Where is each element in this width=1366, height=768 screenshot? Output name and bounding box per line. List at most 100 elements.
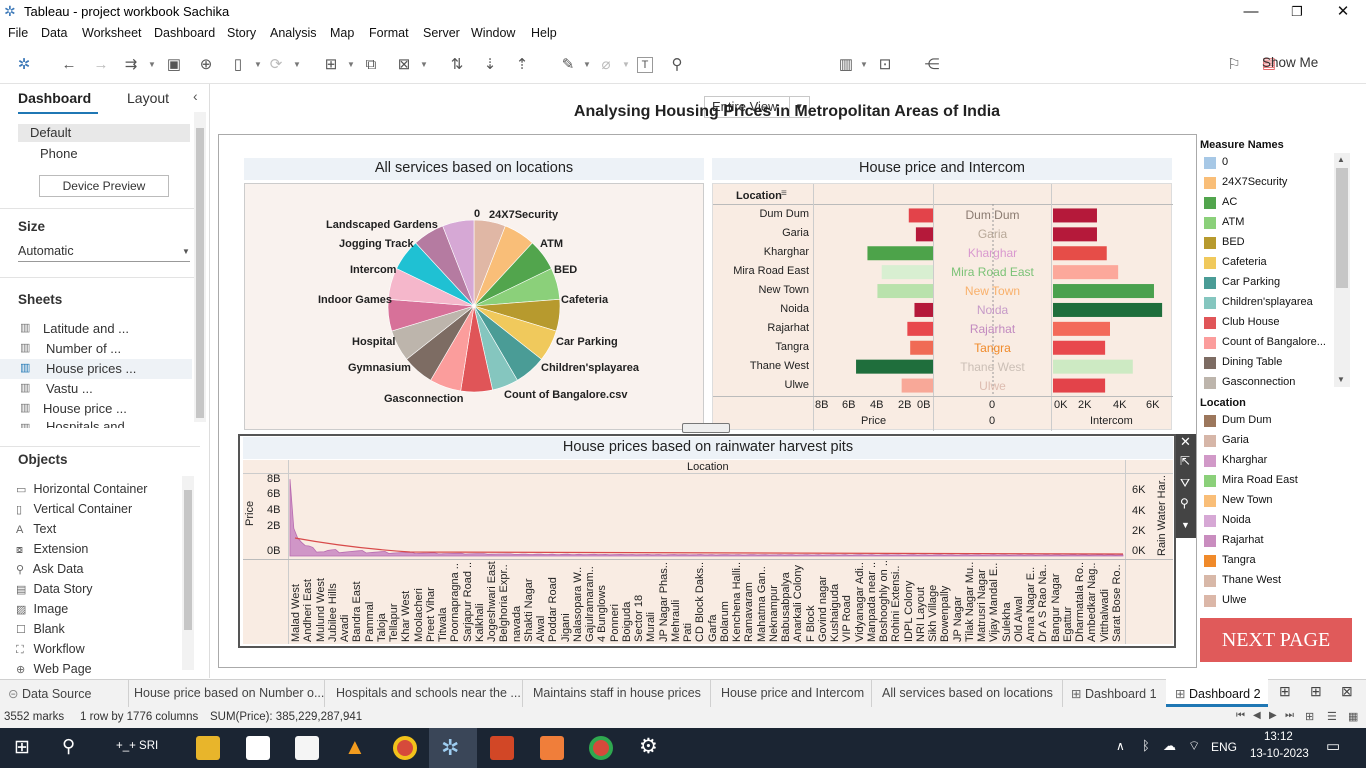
wifi-icon[interactable]: ⌔ [1188, 738, 1200, 754]
legend-swatch[interactable] [1204, 277, 1216, 289]
object-workflow[interactable]: ⛶ Workflow [16, 642, 85, 657]
menu-map[interactable]: Map [330, 26, 354, 40]
minimize-button[interactable]: — [1228, 0, 1274, 24]
legend-swatch[interactable] [1204, 595, 1216, 607]
pin-icon[interactable]: ⚲ [1180, 496, 1189, 510]
last-sheet-icon[interactable]: ⏭ [1285, 710, 1294, 721]
show-me-button[interactable]: Show Me [1262, 55, 1318, 70]
price-bar[interactable] [881, 265, 933, 280]
legend-item[interactable]: Rajarhat [1222, 534, 1264, 546]
new-worksheet-icon[interactable]: ⊞ [320, 54, 342, 76]
scrollbar-thumb[interactable] [184, 490, 192, 630]
tab-dashboard[interactable]: Dashboard [18, 90, 91, 106]
more-options-icon[interactable]: ▼ [1181, 520, 1190, 530]
menu-help[interactable]: Help [531, 26, 557, 40]
language-indicator[interactable]: ENG [1211, 740, 1237, 754]
pin-icon[interactable]: ⚲ [666, 54, 688, 76]
chevron-down-icon[interactable]: ▼ [182, 247, 190, 256]
new-worksheet-icon[interactable]: ⊞ [1279, 683, 1291, 700]
new-dashboard-icon[interactable]: ⊞ [1310, 683, 1322, 700]
object-extension[interactable]: ⧇ Extension [16, 542, 88, 557]
close-icon[interactable]: ✕ [1180, 434, 1191, 450]
intercom-bar[interactable] [1053, 359, 1133, 374]
legend-item[interactable]: Tangra [1222, 554, 1256, 566]
share-icon[interactable]: ⋲ [921, 54, 943, 76]
legend-swatch[interactable] [1204, 337, 1216, 349]
data-source-tab[interactable]: ⊝ Data Source [8, 686, 91, 701]
group-icon[interactable]: ⌀ [595, 54, 617, 76]
presentation-icon[interactable]: ⊡ [874, 54, 896, 76]
vlc-icon[interactable]: ▲ [344, 734, 366, 760]
object-blank[interactable]: ☐ Blank [16, 622, 65, 636]
legend-swatch[interactable] [1204, 475, 1216, 487]
grid-view-icon[interactable]: ⊞ [1305, 710, 1314, 723]
list-view-icon[interactable]: ☰ [1327, 710, 1337, 723]
legend-swatch[interactable] [1204, 377, 1216, 389]
chevron-down-icon[interactable]: ▼ [148, 54, 156, 76]
legend-item[interactable]: Count of Bangalore... [1222, 336, 1326, 348]
legend-item[interactable]: 24X7Security [1222, 176, 1287, 188]
menu-file[interactable]: File [8, 26, 28, 40]
legend-item[interactable]: Gasconnection [1222, 376, 1295, 388]
bluetooth-icon[interactable]: ᛒ [1142, 738, 1150, 753]
legend-item[interactable]: BED [1222, 236, 1245, 248]
sheet-tab[interactable]: Hospitals and schools near the ... [336, 686, 521, 700]
legend-swatch[interactable] [1204, 197, 1216, 209]
chevron-down-icon[interactable]: ▼ [860, 54, 868, 76]
search-icon[interactable]: ⚲ [62, 736, 75, 757]
price-bar[interactable] [914, 302, 933, 317]
legend-item[interactable]: Dining Table [1222, 356, 1282, 368]
clear-sheet-icon[interactable]: ⊠ [393, 54, 415, 76]
sort-ascending-icon[interactable]: ⇣ [479, 54, 501, 76]
intercom-bar[interactable] [1053, 265, 1119, 280]
show-cards-icon[interactable]: ▥ [835, 54, 857, 76]
powerpoint-icon[interactable] [490, 736, 514, 760]
ask-icon[interactable]: ⚐ [1223, 54, 1245, 76]
app-icon[interactable] [246, 736, 270, 760]
dashboard-tab[interactable]: ⊞ Dashboard 1 [1071, 686, 1157, 701]
settings-gear-icon[interactable]: ⚙ [639, 734, 658, 759]
legend-item[interactable]: New Town [1222, 494, 1273, 506]
undo-icon[interactable]: ← [58, 54, 80, 76]
device-preview-button[interactable]: Device Preview [39, 175, 169, 197]
refresh-icon[interactable]: ⟳ [265, 54, 287, 76]
chevron-down-icon[interactable]: ▼ [622, 54, 630, 76]
legend-item[interactable]: Car Parking [1222, 276, 1280, 288]
notifications-icon[interactable]: ▭ [1326, 737, 1340, 755]
new-datasource-icon[interactable]: ⊕ [195, 54, 217, 76]
clock-time[interactable]: 13:12 [1264, 731, 1293, 743]
mail-icon[interactable] [295, 736, 319, 760]
legend-item[interactable]: Club House [1222, 316, 1279, 328]
sheet-tab[interactable]: All services based on locations [882, 686, 1053, 700]
legend-item[interactable]: Thane West [1222, 574, 1281, 586]
sheet-item[interactable]: House price ... [43, 401, 127, 416]
legend-swatch[interactable] [1204, 415, 1216, 427]
tableau-taskbar-icon[interactable]: ✲ [441, 735, 459, 761]
legend-swatch[interactable] [1204, 495, 1216, 507]
device-phone[interactable]: Phone [40, 146, 78, 161]
swap-icon[interactable]: ⇅ [446, 54, 468, 76]
object-ask-data[interactable]: ⚲ Ask Data [16, 562, 84, 576]
tableau-home-icon[interactable]: ✲ [13, 54, 35, 76]
restore-button[interactable]: ❐ [1274, 0, 1320, 24]
legend-item[interactable]: Kharghar [1222, 454, 1267, 466]
sheet-tab[interactable]: Maintains staff in house prices [533, 686, 701, 700]
legend-swatch[interactable] [1204, 157, 1216, 169]
legend-swatch[interactable] [1204, 317, 1216, 329]
legend-swatch[interactable] [1204, 357, 1216, 369]
first-sheet-icon[interactable]: ⏮ [1236, 710, 1245, 721]
legend-swatch[interactable] [1204, 575, 1216, 587]
intercom-bar[interactable] [1053, 302, 1163, 317]
legend-item[interactable]: Cafeteria [1222, 256, 1267, 268]
app-icon[interactable] [540, 736, 564, 760]
menu-worksheet[interactable]: Worksheet [82, 26, 142, 40]
legend-swatch[interactable] [1204, 297, 1216, 309]
next-sheet-icon[interactable]: ▶ [1269, 710, 1277, 721]
legend-item[interactable]: Dum Dum [1222, 414, 1272, 426]
prev-sheet-icon[interactable]: ◀ [1253, 710, 1261, 721]
menu-format[interactable]: Format [369, 26, 409, 40]
sheet-tab[interactable]: House price based on Number o... [134, 686, 324, 700]
price-bar[interactable] [877, 284, 933, 299]
intercom-bar[interactable] [1053, 227, 1097, 242]
scrollbar-thumb[interactable] [1336, 168, 1348, 288]
